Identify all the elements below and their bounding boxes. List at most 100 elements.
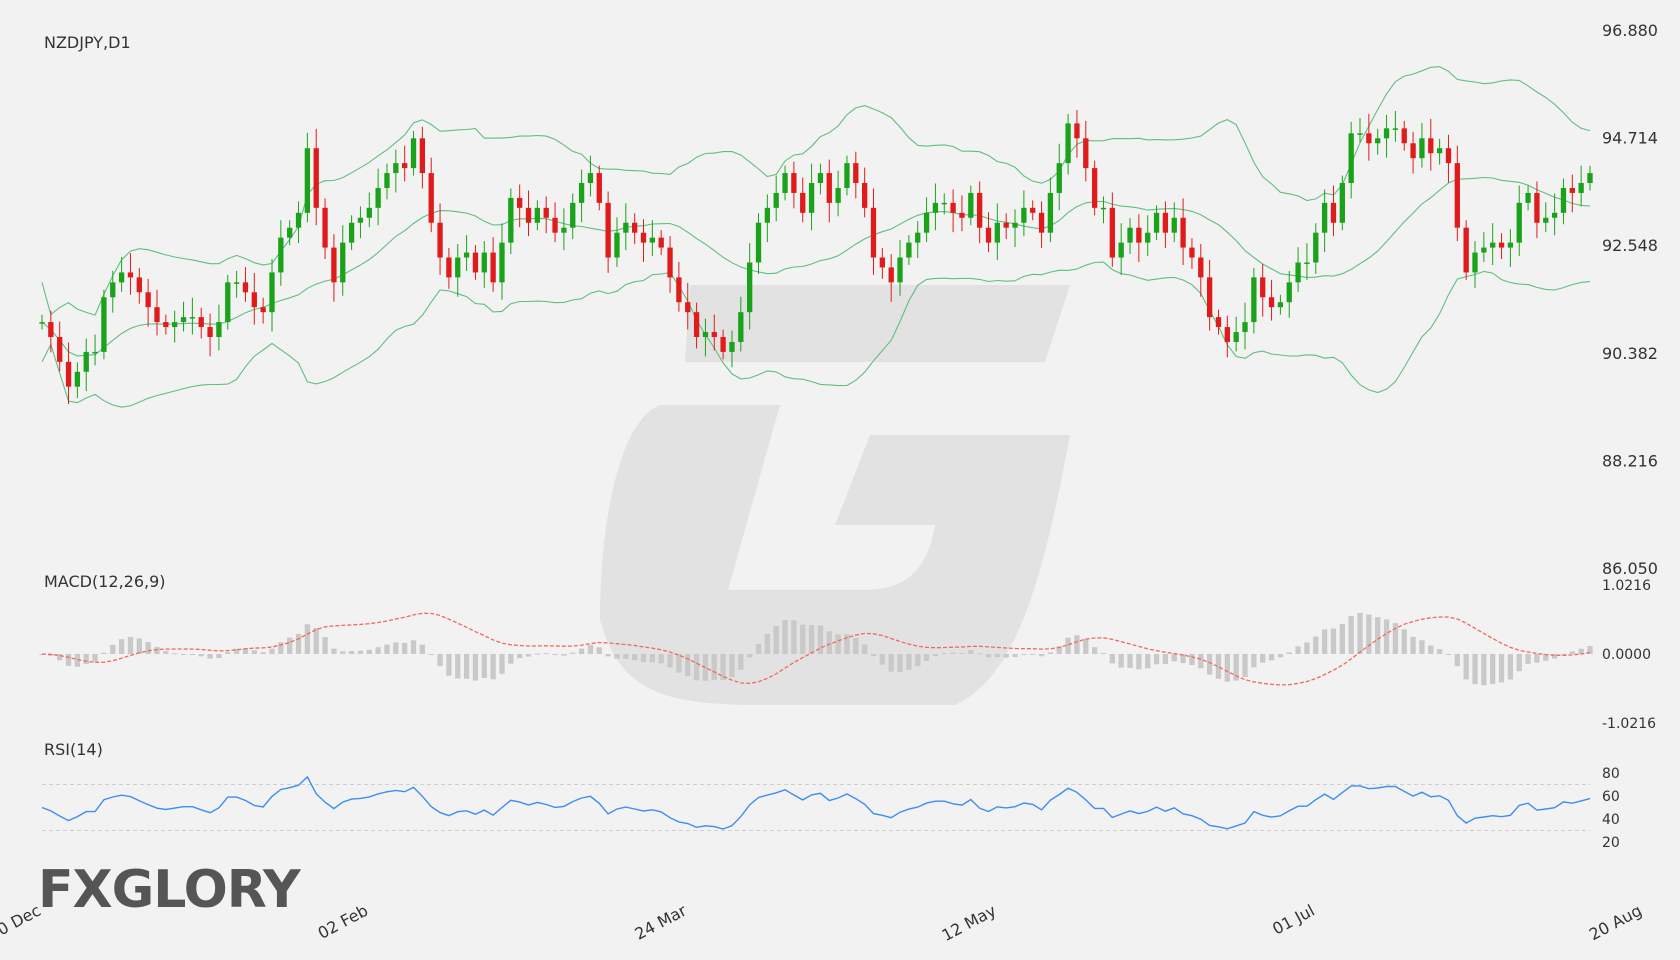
macd-histogram-bar <box>870 654 877 657</box>
candle-body <box>331 247 337 283</box>
candle-body <box>1551 212 1558 218</box>
candle-body <box>375 187 381 208</box>
macd-histogram-bar <box>322 637 328 654</box>
macd-histogram-bar <box>596 647 602 654</box>
macd-histogram-bar <box>1304 642 1310 654</box>
macd-histogram-bar <box>472 654 479 681</box>
rsi-axis: 80 60 40 20 <box>42 766 1620 851</box>
macd-histogram-bar <box>755 643 762 654</box>
candle-body <box>366 207 372 218</box>
candle-body <box>136 277 142 293</box>
macd-histogram-bar <box>118 639 125 654</box>
candle-body <box>313 148 319 208</box>
macd-histogram-bar <box>127 636 134 654</box>
candle-body <box>357 217 364 223</box>
candle-body <box>1569 187 1575 193</box>
macd-histogram-bar <box>959 652 965 654</box>
macd-histogram-bar <box>1410 636 1416 654</box>
macd-histogram-bar <box>1136 654 1142 670</box>
price-tick-label: 92.548 <box>1602 236 1658 255</box>
candle-body <box>1003 222 1009 228</box>
candle-body <box>180 317 187 323</box>
candle-body <box>1472 252 1478 273</box>
candle-body <box>941 202 947 205</box>
macd-histogram-bar <box>402 642 408 654</box>
macd-histogram-bar <box>1171 654 1177 662</box>
candle-body <box>693 312 700 338</box>
price-tick-label: 86.050 <box>1602 559 1658 578</box>
macd-histogram-bar <box>649 654 656 663</box>
macd-histogram-bar <box>1436 649 1443 654</box>
macd-histogram-bar <box>1401 629 1407 654</box>
candle-body <box>1268 297 1275 308</box>
candle-body <box>39 322 45 324</box>
candle-body <box>1127 227 1133 243</box>
candle-body <box>295 212 302 228</box>
candle-body <box>1578 183 1584 193</box>
candle-body <box>481 252 487 273</box>
candle-body <box>517 197 523 208</box>
candle-body <box>419 138 426 174</box>
candle-body <box>897 257 903 283</box>
macd-histogram-bar <box>764 633 771 654</box>
candle-body <box>1419 138 1425 159</box>
macd-histogram-bar <box>614 654 620 659</box>
macd-histogram-bar <box>1118 654 1124 668</box>
time-tick-label: 20 Aug <box>1586 901 1645 944</box>
candle-body <box>118 272 125 283</box>
macd-histogram-bar <box>1224 654 1230 682</box>
candle-body <box>1481 247 1487 253</box>
macd-histogram-bar <box>1277 654 1284 658</box>
macd-histogram-bar <box>879 654 885 665</box>
macd-histogram-bar <box>950 652 956 654</box>
candle-body <box>1030 207 1036 213</box>
candle-body <box>499 242 505 283</box>
macd-histogram-bar <box>1428 645 1434 654</box>
macd-histogram-bar <box>455 654 461 679</box>
candle-body <box>1357 133 1363 135</box>
candle-body <box>844 163 850 188</box>
candle-body <box>110 282 116 298</box>
macd-histogram-bar <box>808 625 815 654</box>
macd-histogram-bar <box>640 654 647 663</box>
candle-body <box>1525 192 1531 203</box>
macd-histogram-bar <box>1569 651 1575 654</box>
candle-body <box>702 332 709 338</box>
macd-tick-label: 1.0216 <box>1602 578 1651 594</box>
candle-body <box>994 222 1000 243</box>
candle-body <box>101 297 107 352</box>
macd-histogram-bar <box>623 654 629 659</box>
macd-histogram-bar <box>1127 654 1133 668</box>
candle-body <box>614 232 620 258</box>
candle-body <box>1498 242 1505 248</box>
macd-histogram-bar <box>711 654 717 681</box>
macd-histogram-bar <box>1313 636 1319 654</box>
candle-body <box>1224 327 1230 342</box>
macd-histogram-bar <box>110 644 116 654</box>
candle-body <box>861 183 868 208</box>
candle-body <box>463 252 470 258</box>
macd-histogram-bar <box>605 654 611 657</box>
macd-tick-label: 0.0000 <box>1602 647 1651 663</box>
macd-histogram-bar <box>1012 654 1018 658</box>
time-tick-label: 01 Jul <box>1269 901 1317 939</box>
macd-histogram-bar <box>145 642 151 654</box>
candle-body <box>1436 148 1443 154</box>
candle-body <box>570 202 576 228</box>
macd-histogram-bar <box>685 654 691 677</box>
macd-histogram-bar <box>1366 614 1372 654</box>
candle-body <box>1366 133 1372 144</box>
candle-body <box>127 272 134 278</box>
candle-body <box>923 212 930 233</box>
candle-body <box>773 192 779 208</box>
candle-body <box>1330 202 1337 223</box>
nzdjpy-chart: NZDJPY,D1 96.880 94.714 92.548 90.382 88.216… <box>0 21 1658 945</box>
macd-histogram-bar <box>1003 654 1009 658</box>
time-tick-label: 24 Mar <box>632 901 690 944</box>
candle-body <box>242 282 249 293</box>
macd-histogram-bar <box>207 654 213 659</box>
candle-body <box>1383 128 1390 139</box>
candle-body <box>1392 128 1399 130</box>
macd-histogram-bar <box>180 654 187 655</box>
candle-body <box>915 232 921 243</box>
